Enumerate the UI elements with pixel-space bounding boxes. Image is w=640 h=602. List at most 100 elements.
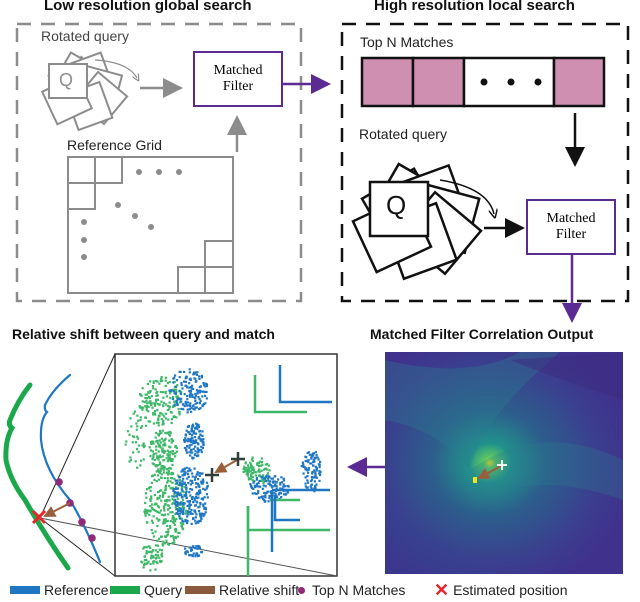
point bbox=[251, 456, 254, 459]
point bbox=[171, 541, 174, 545]
point bbox=[178, 481, 181, 484]
point bbox=[193, 377, 196, 380]
point bbox=[158, 443, 161, 446]
point bbox=[164, 379, 167, 382]
point bbox=[302, 465, 305, 468]
point bbox=[167, 504, 170, 507]
point bbox=[315, 483, 318, 486]
point bbox=[128, 460, 131, 463]
point bbox=[154, 410, 157, 413]
reference-trajectory bbox=[39, 373, 102, 564]
point bbox=[178, 509, 181, 512]
point bbox=[158, 556, 161, 559]
point bbox=[189, 451, 192, 454]
point bbox=[166, 543, 170, 546]
point bbox=[195, 373, 198, 376]
point bbox=[180, 382, 183, 385]
point bbox=[147, 420, 150, 423]
point bbox=[201, 390, 204, 393]
point bbox=[149, 390, 152, 393]
point bbox=[247, 466, 250, 469]
point bbox=[200, 472, 203, 475]
point bbox=[202, 505, 205, 508]
point bbox=[202, 441, 205, 444]
point bbox=[158, 382, 161, 385]
point bbox=[161, 495, 164, 498]
point bbox=[312, 464, 315, 467]
point bbox=[200, 482, 203, 485]
legend-label: Query bbox=[144, 582, 183, 598]
point bbox=[166, 477, 169, 480]
point bbox=[264, 485, 267, 488]
point bbox=[184, 547, 187, 550]
point bbox=[196, 428, 199, 431]
point bbox=[318, 479, 321, 482]
point bbox=[187, 513, 190, 516]
point bbox=[180, 488, 183, 491]
point bbox=[162, 459, 165, 462]
point bbox=[160, 412, 163, 415]
point bbox=[202, 487, 205, 490]
point bbox=[204, 502, 207, 505]
point bbox=[141, 387, 144, 390]
point bbox=[251, 475, 255, 479]
point bbox=[157, 478, 160, 481]
point bbox=[178, 410, 181, 414]
point bbox=[146, 552, 149, 555]
point bbox=[152, 535, 156, 538]
point bbox=[196, 471, 199, 474]
point bbox=[190, 480, 193, 483]
point bbox=[189, 402, 192, 405]
point bbox=[167, 513, 170, 516]
point bbox=[188, 505, 191, 508]
point bbox=[154, 530, 157, 533]
point bbox=[314, 472, 317, 475]
point bbox=[158, 439, 161, 442]
point bbox=[196, 552, 199, 555]
point bbox=[194, 445, 197, 448]
point bbox=[152, 452, 156, 455]
point bbox=[182, 502, 185, 505]
point bbox=[178, 492, 181, 495]
point bbox=[202, 404, 205, 407]
matched-filter-line1: Matched bbox=[213, 63, 263, 78]
point bbox=[194, 516, 197, 519]
point bbox=[168, 484, 171, 488]
point bbox=[244, 470, 247, 473]
point bbox=[155, 544, 158, 547]
point bbox=[162, 505, 166, 508]
point bbox=[195, 406, 199, 409]
point bbox=[198, 435, 201, 439]
point bbox=[256, 485, 259, 488]
point bbox=[267, 500, 270, 503]
point bbox=[280, 476, 283, 479]
point bbox=[140, 425, 144, 428]
point bbox=[282, 485, 285, 488]
point bbox=[189, 512, 192, 515]
point bbox=[165, 395, 168, 398]
point bbox=[258, 479, 261, 482]
point bbox=[196, 401, 199, 405]
point bbox=[154, 568, 157, 571]
point bbox=[191, 395, 194, 398]
point bbox=[155, 517, 158, 520]
point bbox=[198, 375, 201, 378]
point bbox=[255, 471, 258, 474]
point bbox=[185, 404, 188, 407]
point bbox=[189, 389, 193, 392]
point bbox=[310, 456, 313, 459]
point bbox=[175, 482, 178, 485]
point bbox=[198, 391, 201, 394]
point bbox=[190, 496, 193, 499]
point bbox=[269, 480, 272, 483]
point bbox=[157, 458, 160, 461]
point bbox=[198, 397, 201, 401]
point bbox=[153, 478, 156, 481]
point bbox=[159, 535, 163, 538]
point bbox=[167, 404, 170, 408]
point bbox=[315, 476, 318, 479]
point bbox=[177, 497, 180, 500]
point bbox=[169, 506, 172, 509]
point bbox=[163, 521, 166, 524]
point bbox=[257, 482, 260, 485]
